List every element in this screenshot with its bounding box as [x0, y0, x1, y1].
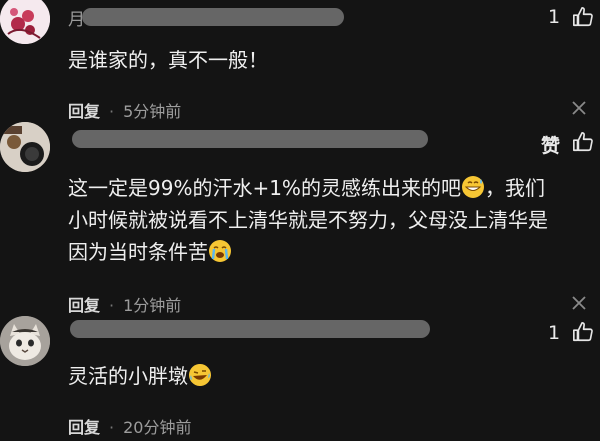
separator-dot: ·: [109, 296, 115, 315]
comment-text-line3: 因为当时条件苦: [68, 240, 208, 264]
like-count: 1: [548, 6, 561, 28]
separator-dot: ·: [109, 102, 115, 121]
avatar[interactable]: [0, 0, 50, 44]
comment-meta: 回复 · 20分钟前: [68, 414, 191, 438]
username-redaction: [70, 320, 430, 338]
comment-time: 5分钟前: [123, 102, 182, 121]
comment-time: 1分钟前: [123, 296, 182, 315]
cat-avatar-icon: [0, 316, 50, 366]
grinning-sweat-emoji: [461, 176, 484, 198]
separator-dot: ·: [109, 418, 115, 437]
comment-text: 是谁家的，真不一般！: [68, 48, 268, 72]
comment-text: 灵活的小胖墩: [68, 360, 212, 392]
comment-text-body: 灵活的小胖墩: [68, 364, 188, 388]
reply-button[interactable]: 回复: [68, 296, 100, 315]
comment-text-line1-tail: ，我们: [484, 176, 545, 200]
username-row: [68, 130, 468, 154]
like-count: 1: [548, 322, 561, 344]
thumbs-up-icon[interactable]: [572, 131, 594, 153]
username-row: [68, 320, 468, 344]
close-icon[interactable]: [572, 296, 586, 310]
laughing-tears-emoji: [189, 364, 211, 386]
bowl-avatar-icon: [0, 122, 50, 172]
reply-button[interactable]: 回复: [68, 418, 100, 437]
username-redaction: [72, 130, 428, 148]
comment-text-line1: 这一定是99%的汗水+1%的灵感练出来的吧: [68, 176, 461, 200]
comment-time: 20分钟前: [123, 418, 192, 437]
avatar[interactable]: [0, 316, 50, 366]
comment-meta: 回复 · 5分钟前: [68, 98, 181, 122]
thumbs-up-icon[interactable]: [572, 6, 594, 28]
flower-avatar-icon: [0, 0, 50, 44]
comment-text: 这一定是99%的汗水+1%的灵感练出来的吧 ，我们 小时候就被说看不上清华就是不…: [68, 172, 548, 268]
comment-meta: 回复 · 1分钟前: [68, 292, 181, 316]
reply-button[interactable]: 回复: [68, 102, 100, 121]
like-button[interactable]: 赞: [541, 131, 560, 158]
avatar[interactable]: [0, 122, 50, 172]
comment-text-line2: 小时候就被说看不上清华就是不努力，父母没上清华是: [68, 208, 548, 232]
username-row: 月: [68, 5, 468, 30]
username-redaction: [82, 8, 344, 26]
close-icon[interactable]: [572, 101, 586, 115]
thumbs-up-icon[interactable]: [572, 321, 594, 343]
crying-emoji: [209, 240, 231, 262]
